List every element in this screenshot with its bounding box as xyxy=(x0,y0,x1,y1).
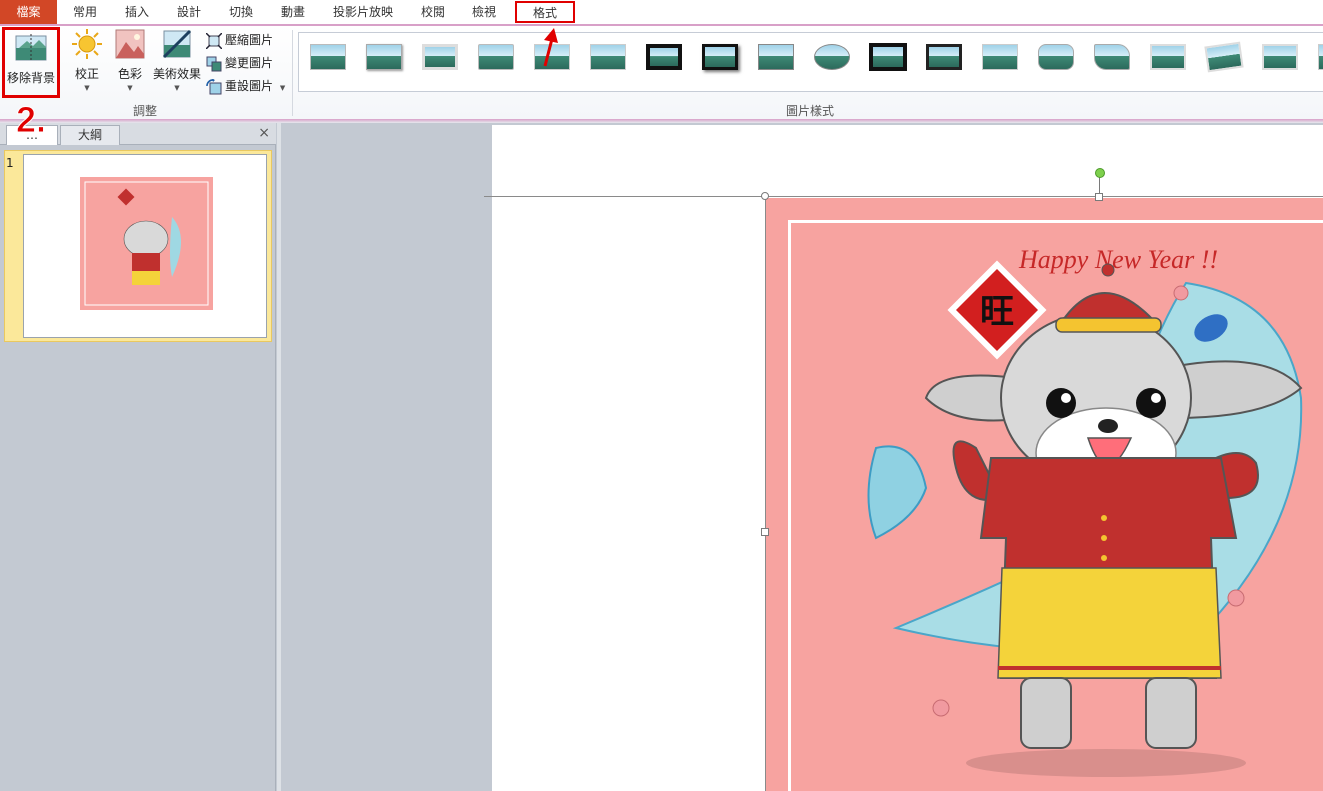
picture-style-preview-icon xyxy=(1094,44,1130,70)
picture-style-option[interactable] xyxy=(587,41,629,73)
close-icon[interactable]: × xyxy=(258,125,270,141)
corrections-label: 校正 xyxy=(74,67,99,81)
tab-file[interactable]: 檔案 xyxy=(0,0,57,24)
remove-background-icon xyxy=(15,34,47,62)
picture-style-option[interactable] xyxy=(363,41,405,73)
picture-style-option[interactable] xyxy=(923,41,965,73)
color-picture-icon xyxy=(115,29,145,59)
chevron-down-icon: ▼ xyxy=(127,84,133,92)
chevron-down-icon: ▼ xyxy=(174,84,180,92)
reset-picture-icon xyxy=(206,78,222,94)
tab-design[interactable]: 設計 xyxy=(164,0,214,24)
resize-handle-top[interactable] xyxy=(1095,193,1103,201)
picture-style-preview-icon xyxy=(590,44,626,70)
picture-style-preview-icon xyxy=(478,44,514,70)
step-annotation: 2. xyxy=(15,99,47,140)
tab-transitions[interactable]: 切換 xyxy=(218,0,264,24)
tab-home[interactable]: 常用 xyxy=(62,0,108,24)
picture-style-preview-icon xyxy=(646,44,682,70)
compress-pictures-button[interactable]: 壓縮圖片 xyxy=(206,30,273,50)
tab-insert[interactable]: 插入 xyxy=(113,0,161,24)
picture-style-preview-icon xyxy=(1262,44,1298,70)
picture-style-option[interactable] xyxy=(755,41,797,73)
selection-left-edge xyxy=(765,197,766,791)
chevron-down-icon: ▼ xyxy=(84,84,90,92)
picture-style-option[interactable] xyxy=(1315,41,1323,73)
dog-illustration-thumbnail xyxy=(84,181,209,306)
picture-style-preview-icon xyxy=(814,44,850,70)
tab-format[interactable]: 格式 xyxy=(515,1,575,23)
picture-style-preview-icon xyxy=(1318,44,1323,70)
picture-style-option[interactable] xyxy=(475,41,517,73)
picture-style-preview-icon xyxy=(702,44,738,70)
chevron-down-icon: ▼ xyxy=(279,84,286,92)
change-picture-button[interactable]: 變更圖片 xyxy=(206,53,273,73)
ribbon: 移除背景 校正 ▼ 色彩 ▼ 美術效果 ▼ 壓縮圖片 變更圖片 重設圖片 ▼ 調… xyxy=(0,26,1323,119)
change-picture-icon xyxy=(206,56,222,71)
picture-style-preview-icon xyxy=(982,44,1018,70)
artistic-effects-button[interactable]: 美術效果 ▼ xyxy=(150,28,204,92)
rotation-handle[interactable] xyxy=(1095,168,1105,178)
tab-review[interactable]: 校閱 xyxy=(410,0,456,24)
picture-style-option[interactable] xyxy=(867,41,909,73)
corrections-button[interactable]: 校正 ▼ xyxy=(66,28,108,92)
picture-style-preview-icon xyxy=(422,44,458,70)
picture-style-preview-icon xyxy=(1204,41,1244,73)
fortune-badge-char: 旺 xyxy=(980,292,1014,332)
picture-style-option[interactable] xyxy=(1091,41,1133,73)
resize-handle-top-left[interactable] xyxy=(761,192,769,200)
slide-number: 1 xyxy=(6,156,14,170)
selected-picture[interactable]: Happy New Year !! 旺 xyxy=(766,198,1323,791)
picture-style-preview-icon xyxy=(758,44,794,70)
picture-style-option[interactable] xyxy=(1147,41,1189,73)
slide-thumbnail[interactable] xyxy=(23,154,267,338)
picture-style-option[interactable] xyxy=(1259,41,1301,73)
picture-caption: Happy New Year !! xyxy=(1018,245,1218,274)
slides-pane: … 大綱 × 1 xyxy=(0,123,276,791)
sun-icon xyxy=(72,29,102,59)
picture-style-option[interactable] xyxy=(1203,41,1245,73)
picture-style-preview-icon xyxy=(1038,44,1074,70)
selection-top-edge xyxy=(484,196,1323,197)
arrow-up-icon xyxy=(543,28,558,67)
picture-style-preview-icon xyxy=(926,44,962,70)
remove-background-button[interactable]: 移除背景 xyxy=(2,27,60,98)
picture-style-preview-icon xyxy=(310,44,346,70)
color-button[interactable]: 色彩 ▼ xyxy=(110,28,150,92)
picture-style-option[interactable] xyxy=(643,41,685,73)
artistic-effects-icon xyxy=(162,29,192,59)
picture-styles-gallery xyxy=(298,32,1323,92)
reset-picture-label: 重設圖片 xyxy=(225,79,274,93)
group-separator xyxy=(292,30,293,116)
reset-picture-button[interactable]: 重設圖片 ▼ xyxy=(206,76,285,96)
tab-slideshow[interactable]: 投影片放映 xyxy=(324,0,402,24)
compress-icon xyxy=(206,32,222,49)
tab-outline[interactable]: 大綱 xyxy=(60,125,120,145)
picture-style-option[interactable] xyxy=(699,41,741,73)
picture-style-preview-icon xyxy=(366,44,402,70)
tab-animations[interactable]: 動畫 xyxy=(270,0,316,24)
color-label: 色彩 xyxy=(117,67,142,81)
ribbon-tab-bar: 檔案 常用 插入 設計 切換 動畫 投影片放映 校閱 檢視 格式 xyxy=(0,0,1323,24)
resize-handle-left[interactable] xyxy=(761,528,769,536)
picture-style-option[interactable] xyxy=(811,41,853,73)
picture-style-option[interactable] xyxy=(979,41,1021,73)
thumbnail-picture xyxy=(80,177,213,310)
dog-illustration: Happy New Year !! 旺 xyxy=(867,245,1303,777)
change-picture-label: 變更圖片 xyxy=(225,56,274,70)
picture-style-preview-icon xyxy=(1150,44,1186,70)
picture-style-option[interactable] xyxy=(1035,41,1077,73)
picture-style-preview-icon xyxy=(869,43,907,71)
artistic-effects-label: 美術效果 xyxy=(152,67,201,81)
remove-background-label: 移除背景 xyxy=(6,71,55,85)
picture-styles-group-label: 圖片樣式 xyxy=(785,104,834,118)
picture-style-option[interactable] xyxy=(307,41,349,73)
compress-pictures-label: 壓縮圖片 xyxy=(225,33,274,47)
tab-view[interactable]: 檢視 xyxy=(461,0,507,24)
picture-style-option[interactable] xyxy=(419,41,461,73)
